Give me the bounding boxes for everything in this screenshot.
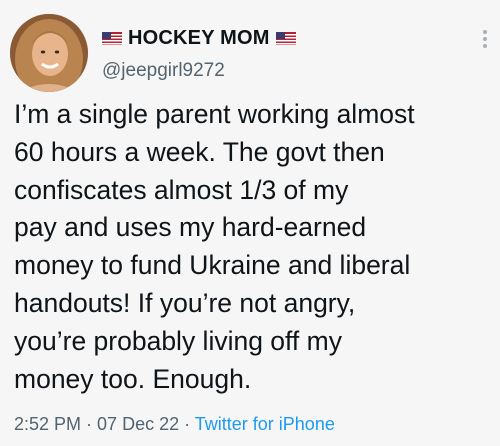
user-handle[interactable]: @jeepgirl9272 bbox=[102, 60, 225, 82]
tweet-text-line: you’re probably living off my bbox=[14, 325, 342, 356]
avatar[interactable] bbox=[10, 14, 88, 92]
tweet-source-link[interactable]: Twitter for iPhone bbox=[195, 414, 335, 434]
tweet-text-line: I’m a single parent working almost bbox=[14, 99, 415, 129]
tweet-text-line: handouts! If you’re not angry, bbox=[14, 287, 356, 318]
tweet-text: I’m a single parent working almost 60 ho… bbox=[14, 96, 496, 398]
tweet-text-line: money to fund Ukraine and liberal bbox=[14, 250, 411, 281]
meta-separator: · bbox=[179, 414, 195, 434]
tweet-text-line: pay and uses my hard-earned bbox=[14, 212, 367, 243]
tweet-text-line: 60 hours a week. The govt then bbox=[14, 136, 385, 167]
meta-separator: · bbox=[81, 414, 98, 434]
tweet-date[interactable]: 07 Dec 22 bbox=[97, 414, 179, 434]
tweet-text-line: confiscates almost 1/3 of my bbox=[14, 174, 349, 205]
dot bbox=[483, 37, 487, 41]
tweet-text-line: money too. Enough. bbox=[14, 363, 252, 394]
tweet-time[interactable]: 2:52 PM bbox=[14, 414, 81, 434]
avatar-image bbox=[10, 14, 88, 92]
us-flag-icon bbox=[275, 32, 296, 45]
us-flag-icon bbox=[102, 32, 122, 45]
tweet-metadata: 2:52 PM · 07 Dec 22 · Twitter for iPhone bbox=[14, 414, 335, 435]
dot bbox=[483, 44, 487, 48]
display-name[interactable]: HOCKEY MOM bbox=[128, 27, 270, 50]
author-name-row[interactable]: HOCKEY MOM bbox=[102, 27, 296, 50]
more-options-icon[interactable] bbox=[482, 30, 488, 48]
tweet-card: HOCKEY MOM @jeepgirl9272 I’m a single pa… bbox=[0, 0, 500, 446]
dot bbox=[483, 30, 487, 34]
